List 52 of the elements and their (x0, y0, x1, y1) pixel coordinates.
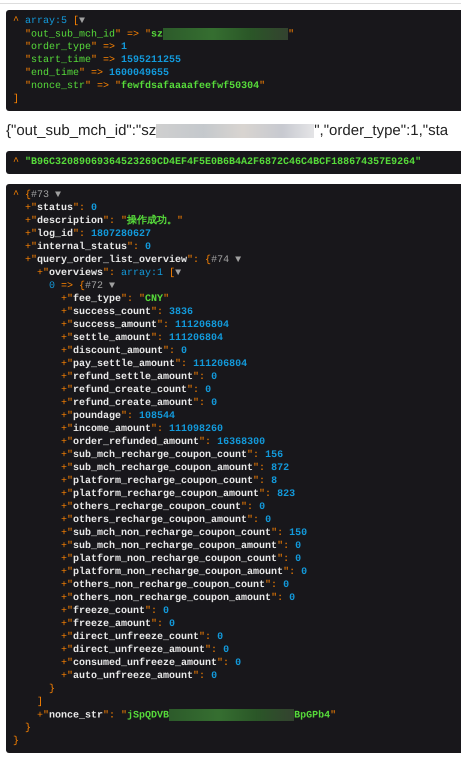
code-line: +"others_non_recharge_coupon_amount": 0 (61, 592, 296, 605)
code-line: +"direct_unfreeze_count": 0 (61, 631, 224, 644)
code-line: +"settle_amount": 111206804 (61, 332, 224, 345)
code-line: +"success_amount": 111206804 (61, 319, 230, 332)
code-line: +"fee_type": "CNY" (61, 293, 170, 306)
code-line: +"description": "操作成功。" (25, 215, 184, 228)
code-line: "end_time" => 1600049655 (25, 67, 170, 80)
code-line: ^ {#73 ▼ (13, 189, 62, 202)
code-line: +"status": 0 (25, 202, 98, 215)
code-line: +"sub_mch_recharge_coupon_count": 156 (61, 449, 284, 462)
code-line: "order_type" => 1 (25, 41, 128, 54)
json-text: {"out_sub_mch_id":"sz ","order_type":1,"sta (6, 121, 448, 141)
code-line: +"pay_settle_amount": 111206804 (61, 358, 248, 371)
code-line: "start_time" => 1595211255 (25, 54, 182, 67)
code-line: +"platform_non_recharge_coupon_count": 0 (61, 553, 302, 566)
code-line: } (25, 722, 32, 735)
code-line: +"freeze_amount": 0 (61, 618, 176, 631)
code-line: +"refund_settle_amount": 0 (61, 371, 218, 384)
code-line: +"auto_unfreeze_amount": 0 (61, 670, 218, 683)
code-line: +"query_order_list_overview": {#74 ▼ (25, 254, 242, 267)
code-line: +"internal_status": 0 (25, 241, 152, 254)
code-line: "out_sub_mch_id" => "sz " (25, 28, 294, 41)
code-line: ^ array:5 [▼ (13, 15, 86, 28)
code-line: +"discount_amount": 0 (61, 345, 188, 358)
code-line: +"overviews": array:1 [▼ (37, 267, 182, 280)
code-line: +"sub_mch_recharge_coupon_amount": 872 (61, 462, 290, 475)
code-line: 0 => {#72 ▼ (49, 280, 116, 293)
code-line: +"order_refunded_amount": 16368300 (61, 436, 266, 449)
code-line: +"others_recharge_coupon_count": 0 (61, 501, 266, 514)
code-line: } (49, 683, 56, 696)
code-line: +"refund_create_amount": 0 (61, 397, 218, 410)
code-line: +"others_non_recharge_coupon_count": 0 (61, 579, 290, 592)
code-line: ] (37, 696, 44, 709)
code-line: +"platform_recharge_coupon_count": 8 (61, 475, 278, 488)
code-line: ] (13, 93, 20, 106)
code-line: +"income_amount": 111098260 (61, 423, 224, 436)
code-line: +"log_id": 1807280627 (25, 228, 152, 241)
code-line: +"others_recharge_coupon_amount": 0 (61, 514, 272, 527)
code-line: +"direct_unfreeze_amount": 0 (61, 644, 230, 657)
code-line: +"poundage": 108544 (61, 410, 176, 423)
code-line: +"consumed_unfreeze_amount": 0 (61, 657, 242, 670)
code-line: +"freeze_count": 0 (61, 605, 170, 618)
code-line: +"platform_recharge_coupon_amount": 823 (61, 488, 296, 501)
code-line: +"sub_mch_non_recharge_coupon_amount": 0 (61, 540, 302, 553)
code-line: } (13, 735, 20, 748)
code-line: ^ "B96C32089069364523269CD4EF4F5E0B6B4A2F6872C46C4BCF188674357E9264" (13, 156, 422, 169)
code-line: "nonce_str" => "fewfdsafaaaafeefwf50304" (25, 80, 266, 93)
code-line: +"sub_mch_non_recharge_coupon_count": 150 (61, 527, 308, 540)
code-line: +"nonce_str": "jSpQDVB BpGPb4" (37, 709, 336, 722)
code-line: +"refund_create_count": 0 (61, 384, 212, 397)
code-line: +"platform_non_recharge_coupon_amount": 0 (61, 566, 308, 579)
code-line: +"success_count": 3836 (61, 306, 194, 319)
